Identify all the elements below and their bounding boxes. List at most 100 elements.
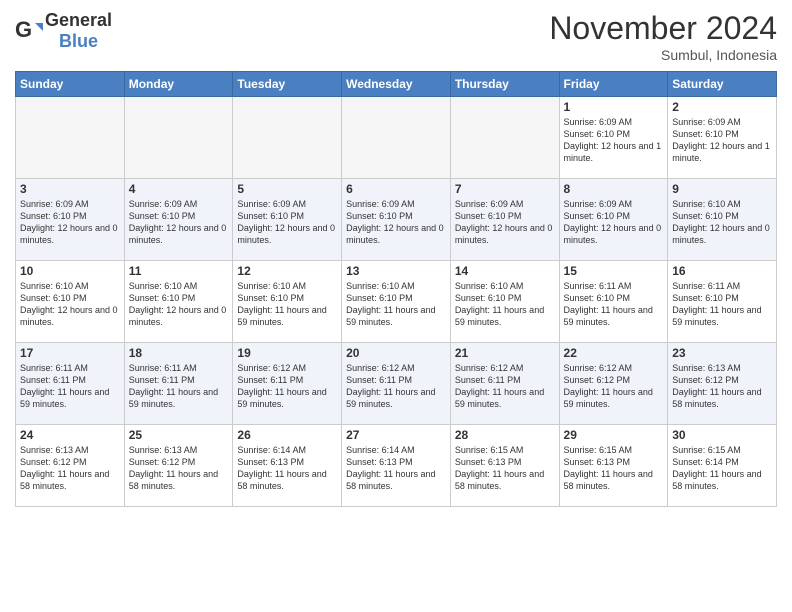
table-row <box>124 97 233 179</box>
table-row: 12 Sunrise: 6:10 AM Sunset: 6:10 PM Dayli… <box>233 261 342 343</box>
day-number: 6 <box>346 182 446 196</box>
day-number: 4 <box>129 182 229 196</box>
day-number: 8 <box>564 182 664 196</box>
day-number: 1 <box>564 100 664 114</box>
table-row: 10 Sunrise: 6:10 AM Sunset: 6:10 PM Dayli… <box>16 261 125 343</box>
day-number: 10 <box>20 264 120 278</box>
table-row: 30 Sunrise: 6:15 AM Sunset: 6:14 PM Dayli… <box>668 425 777 507</box>
table-row: 27 Sunrise: 6:14 AM Sunset: 6:13 PM Dayli… <box>342 425 451 507</box>
day-info: Sunrise: 6:14 AM Sunset: 6:13 PM Dayligh… <box>237 444 337 493</box>
day-info: Sunrise: 6:10 AM Sunset: 6:10 PM Dayligh… <box>20 280 120 329</box>
day-info: Sunrise: 6:10 AM Sunset: 6:10 PM Dayligh… <box>129 280 229 329</box>
table-row: 14Sunrise: 6:10 AM Sunset: 6:10 PM Dayli… <box>450 261 559 343</box>
day-number: 12 <box>237 264 337 278</box>
day-number: 27 <box>346 428 446 442</box>
col-wednesday: Wednesday <box>342 72 451 97</box>
logo-icon: G <box>15 17 43 45</box>
day-info: Sunrise: 6:11 AM Sunset: 6:11 PM Dayligh… <box>129 362 229 411</box>
table-row: 1 Sunrise: 6:09 AM Sunset: 6:10 PM Daylig… <box>559 97 668 179</box>
day-number: 19 <box>237 346 337 360</box>
day-info: Sunrise: 6:13 AM Sunset: 6:12 PM Dayligh… <box>129 444 229 493</box>
table-row: 7 Sunrise: 6:09 AM Sunset: 6:10 PM Daylig… <box>450 179 559 261</box>
day-info: Sunrise: 6:09 AM Sunset: 6:10 PM Dayligh… <box>129 198 229 247</box>
day-number: 24 <box>20 428 120 442</box>
col-friday: Friday <box>559 72 668 97</box>
day-number: 26 <box>237 428 337 442</box>
day-info: Sunrise: 6:09 AM Sunset: 6:10 PM Dayligh… <box>564 116 664 165</box>
logo-text: General Blue <box>45 10 112 52</box>
day-number: 9 <box>672 182 772 196</box>
table-row: 21 Sunrise: 6:12 AM Sunset: 6:11 PM Dayli… <box>450 343 559 425</box>
day-info: Sunrise: 6:15 AM Sunset: 6:14 PM Dayligh… <box>672 444 772 493</box>
calendar-week-row: 10 Sunrise: 6:10 AM Sunset: 6:10 PM Dayli… <box>16 261 777 343</box>
calendar-week-row: 3 Sunrise: 6:09 AM Sunset: 6:10 PM Daylig… <box>16 179 777 261</box>
day-info: Sunrise: 6:11 AM Sunset: 6:10 PM Dayligh… <box>672 280 772 329</box>
col-sunday: Sunday <box>16 72 125 97</box>
col-saturday: Saturday <box>668 72 777 97</box>
day-info: Sunrise: 6:09 AM Sunset: 6:10 PM Dayligh… <box>20 198 120 247</box>
day-number: 18 <box>129 346 229 360</box>
col-monday: Monday <box>124 72 233 97</box>
day-info: Sunrise: 6:09 AM Sunset: 6:10 PM Dayligh… <box>672 116 772 165</box>
day-number: 20 <box>346 346 446 360</box>
day-number: 28 <box>455 428 555 442</box>
day-number: 2 <box>672 100 772 114</box>
day-info: Sunrise: 6:12 AM Sunset: 6:11 PM Dayligh… <box>237 362 337 411</box>
table-row: 5Sunrise: 6:09 AM Sunset: 6:10 PM Daylig… <box>233 179 342 261</box>
day-info: Sunrise: 6:12 AM Sunset: 6:11 PM Dayligh… <box>346 362 446 411</box>
day-number: 3 <box>20 182 120 196</box>
day-info: Sunrise: 6:10 AM Sunset: 6:10 PM Dayligh… <box>237 280 337 329</box>
day-number: 21 <box>455 346 555 360</box>
day-number: 13 <box>346 264 446 278</box>
day-info: Sunrise: 6:14 AM Sunset: 6:13 PM Dayligh… <box>346 444 446 493</box>
table-row <box>16 97 125 179</box>
table-row: 20 Sunrise: 6:12 AM Sunset: 6:11 PM Dayli… <box>342 343 451 425</box>
day-info: Sunrise: 6:09 AM Sunset: 6:10 PM Dayligh… <box>455 198 555 247</box>
page-container: G General Blue November 2024 Sumbul, Ind… <box>0 0 792 512</box>
table-row: 16Sunrise: 6:11 AM Sunset: 6:10 PM Dayli… <box>668 261 777 343</box>
table-row: 9 Sunrise: 6:10 AM Sunset: 6:10 PM Daylig… <box>668 179 777 261</box>
table-row: 18 Sunrise: 6:11 AM Sunset: 6:11 PM Dayli… <box>124 343 233 425</box>
page-header: G General Blue November 2024 Sumbul, Ind… <box>15 10 777 63</box>
calendar-week-row: 17 Sunrise: 6:11 AM Sunset: 6:11 PM Dayli… <box>16 343 777 425</box>
table-row: 19 Sunrise: 6:12 AM Sunset: 6:11 PM Dayli… <box>233 343 342 425</box>
day-number: 15 <box>564 264 664 278</box>
day-number: 17 <box>20 346 120 360</box>
day-info: Sunrise: 6:13 AM Sunset: 6:12 PM Dayligh… <box>20 444 120 493</box>
table-row: 28Sunrise: 6:15 AM Sunset: 6:13 PM Dayli… <box>450 425 559 507</box>
day-number: 11 <box>129 264 229 278</box>
month-title: November 2024 <box>549 10 777 47</box>
col-tuesday: Tuesday <box>233 72 342 97</box>
table-row: 2 Sunrise: 6:09 AM Sunset: 6:10 PM Daylig… <box>668 97 777 179</box>
table-row: 24 Sunrise: 6:13 AM Sunset: 6:12 PM Dayli… <box>16 425 125 507</box>
day-info: Sunrise: 6:11 AM Sunset: 6:11 PM Dayligh… <box>20 362 120 411</box>
col-thursday: Thursday <box>450 72 559 97</box>
day-info: Sunrise: 6:09 AM Sunset: 6:10 PM Dayligh… <box>346 198 446 247</box>
day-number: 7 <box>455 182 555 196</box>
day-info: Sunrise: 6:10 AM Sunset: 6:10 PM Dayligh… <box>672 198 772 247</box>
logo-blue: Blue <box>59 31 98 51</box>
day-info: Sunrise: 6:11 AM Sunset: 6:10 PM Dayligh… <box>564 280 664 329</box>
day-info: Sunrise: 6:09 AM Sunset: 6:10 PM Dayligh… <box>564 198 664 247</box>
logo-general: General <box>45 10 112 30</box>
table-row: 13Sunrise: 6:10 AM Sunset: 6:10 PM Dayli… <box>342 261 451 343</box>
day-number: 5 <box>237 182 337 196</box>
day-number: 30 <box>672 428 772 442</box>
table-row: 23Sunrise: 6:13 AM Sunset: 6:12 PM Dayli… <box>668 343 777 425</box>
location-subtitle: Sumbul, Indonesia <box>549 47 777 63</box>
table-row: 17 Sunrise: 6:11 AM Sunset: 6:11 PM Dayli… <box>16 343 125 425</box>
calendar-week-row: 24 Sunrise: 6:13 AM Sunset: 6:12 PM Dayli… <box>16 425 777 507</box>
day-info: Sunrise: 6:12 AM Sunset: 6:11 PM Dayligh… <box>455 362 555 411</box>
day-info: Sunrise: 6:15 AM Sunset: 6:13 PM Dayligh… <box>564 444 664 493</box>
calendar-week-row: 1 Sunrise: 6:09 AM Sunset: 6:10 PM Daylig… <box>16 97 777 179</box>
svg-text:G: G <box>15 17 32 42</box>
day-number: 14 <box>455 264 555 278</box>
table-row: 29 Sunrise: 6:15 AM Sunset: 6:13 PM Dayli… <box>559 425 668 507</box>
logo: G General Blue <box>15 10 112 52</box>
table-row: 15 Sunrise: 6:11 AM Sunset: 6:10 PM Dayli… <box>559 261 668 343</box>
table-row: 6 Sunrise: 6:09 AM Sunset: 6:10 PM Daylig… <box>342 179 451 261</box>
table-row: 3 Sunrise: 6:09 AM Sunset: 6:10 PM Daylig… <box>16 179 125 261</box>
table-row: 8 Sunrise: 6:09 AM Sunset: 6:10 PM Daylig… <box>559 179 668 261</box>
day-info: Sunrise: 6:13 AM Sunset: 6:12 PM Dayligh… <box>672 362 772 411</box>
day-number: 29 <box>564 428 664 442</box>
